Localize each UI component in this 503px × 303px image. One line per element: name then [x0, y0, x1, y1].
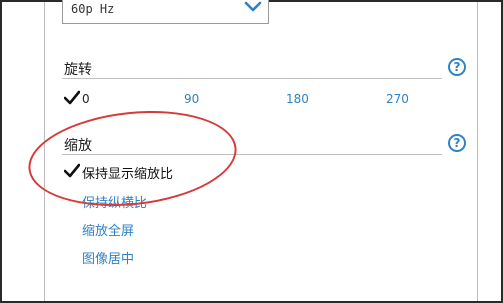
scaling-option-full-screen[interactable]: 缩放全屏 [82, 220, 134, 239]
rotation-option-90[interactable]: 90 [184, 92, 199, 106]
rotation-option-180[interactable]: 180 [286, 92, 309, 106]
help-icon[interactable]: ? [448, 134, 466, 152]
refresh-rate-dropdown[interactable]: 60p Hz [62, 0, 269, 24]
panel-right-edge [477, 2, 478, 301]
checkmark-icon [64, 90, 80, 105]
rotation-option-270[interactable]: 270 [386, 92, 409, 106]
rotation-heading: 旋转 [64, 62, 92, 78]
highlight-ellipse [23, 101, 242, 216]
help-icon[interactable]: ? [448, 58, 466, 76]
rotation-option-0[interactable]: 0 [82, 92, 90, 106]
display-settings-panel: 60p Hz 旋转 ? 0 90 180 270 缩放 ? 保持显示缩放比 保持… [0, 0, 503, 303]
scaling-option-center-image[interactable]: 图像居中 [82, 248, 134, 267]
refresh-rate-value: 60p Hz [71, 2, 115, 16]
rotation-divider [62, 78, 442, 79]
chevron-down-icon[interactable] [244, 0, 262, 14]
